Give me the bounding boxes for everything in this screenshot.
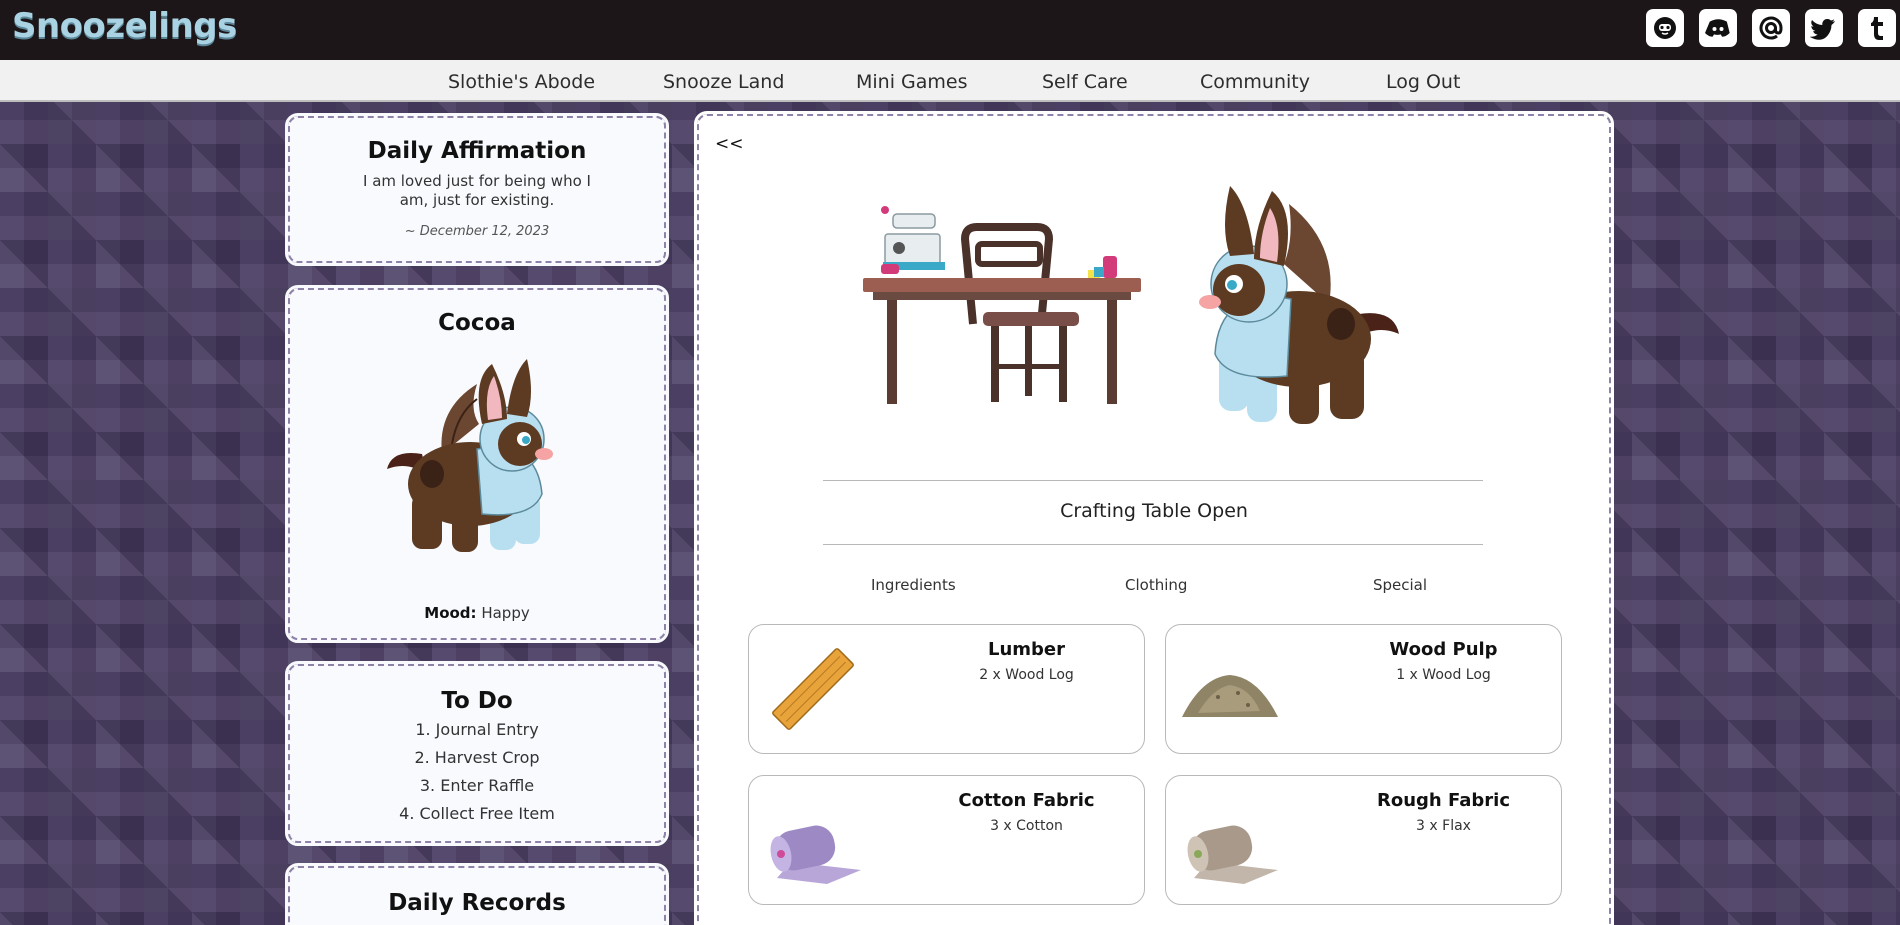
mood-value: Happy: [481, 604, 530, 622]
nav-snooze-land[interactable]: Snooze Land: [663, 71, 784, 93]
todo-title: To Do: [441, 688, 513, 714]
main-nav: Slothie's Abode Snooze Land Mini Games S…: [0, 60, 1900, 102]
affirmation-text: I am loved just for being who I am, just…: [363, 172, 591, 209]
recipe-ingredients: 2 x Wood Log: [979, 667, 1074, 683]
lumber-plank-icon: [772, 648, 854, 730]
social-links: [1646, 9, 1896, 47]
pet-icon[interactable]: [1646, 9, 1684, 47]
crafting-panel: << Crafting Table Open Ingredients Cloth…: [694, 111, 1614, 925]
back-link[interactable]: <<: [715, 134, 744, 154]
recipe-name: Wood Pulp: [1389, 639, 1498, 660]
divider-bottom: [823, 544, 1483, 545]
nav-mini-games[interactable]: Mini Games: [856, 71, 968, 93]
pet-mood: Mood: Happy: [290, 604, 664, 622]
pet-portrait-image[interactable]: [1189, 174, 1399, 434]
recipe-card-lumber[interactable]: Lumber 2 x Wood Log: [748, 624, 1145, 754]
recipe-name: Rough Fabric: [1377, 790, 1510, 811]
todo-item[interactable]: 3. Enter Raffle: [290, 772, 664, 800]
recipe-card-rough-fabric[interactable]: Rough Fabric 3 x Flax: [1165, 775, 1562, 905]
pet-card: Cocoa Mood: Happy: [285, 285, 669, 643]
recipe-card-wood-pulp[interactable]: Wood Pulp 1 x Wood Log: [1165, 624, 1562, 754]
pet-image[interactable]: [382, 344, 572, 564]
top-bar: Snoozelings: [0, 0, 1900, 60]
nav-self-care[interactable]: Self Care: [1042, 71, 1128, 93]
wood-pulp-pile-icon: [1182, 675, 1278, 717]
crafting-table-image: [863, 206, 1141, 404]
tab-clothing[interactable]: Clothing: [1125, 576, 1187, 594]
recipe-card-cotton-fabric[interactable]: Cotton Fabric 3 x Cotton: [748, 775, 1145, 905]
pet-name[interactable]: Cocoa: [290, 310, 664, 336]
discord-icon[interactable]: [1699, 9, 1737, 47]
nav-community[interactable]: Community: [1200, 71, 1310, 93]
nav-slothies-abode[interactable]: Slothie's Abode: [448, 71, 595, 93]
divider-top: [823, 480, 1483, 481]
mood-label: Mood:: [424, 604, 477, 622]
recipe-name: Lumber: [987, 639, 1065, 660]
tumblr-icon[interactable]: [1858, 9, 1896, 47]
tab-ingredients[interactable]: Ingredients: [871, 576, 956, 594]
twitter-icon[interactable]: [1805, 9, 1843, 47]
todo-card: To Do 1. Journal Entry 2. Harvest Crop 3…: [285, 661, 669, 846]
site-logo[interactable]: Snoozelings: [12, 6, 237, 46]
crafting-status: Crafting Table Open: [1060, 500, 1248, 522]
todo-item[interactable]: 1. Journal Entry: [290, 716, 664, 744]
recipe-ingredients: 3 x Cotton: [990, 818, 1063, 834]
records-title: Daily Records: [388, 890, 566, 916]
cotton-fabric-roll-icon: [770, 825, 861, 884]
todo-item[interactable]: 2. Harvest Crop: [290, 744, 664, 772]
recipe-name: Cotton Fabric: [958, 790, 1095, 811]
recipe-ingredients: 1 x Wood Log: [1396, 667, 1491, 683]
at-icon[interactable]: [1752, 9, 1790, 47]
tab-special[interactable]: Special: [1373, 576, 1427, 594]
affirmation-date: ~ December 12, 2023: [404, 224, 550, 239]
nav-log-out[interactable]: Log Out: [1386, 71, 1460, 93]
affirmation-title: Daily Affirmation: [367, 138, 587, 164]
records-card: Daily Records: [285, 863, 669, 925]
recipe-ingredients: 3 x Flax: [1416, 818, 1471, 834]
affirmation-card: Daily Affirmation I am loved just for be…: [285, 113, 669, 266]
todo-item[interactable]: 4. Collect Free Item: [290, 800, 664, 828]
rough-fabric-roll-icon: [1187, 825, 1278, 884]
